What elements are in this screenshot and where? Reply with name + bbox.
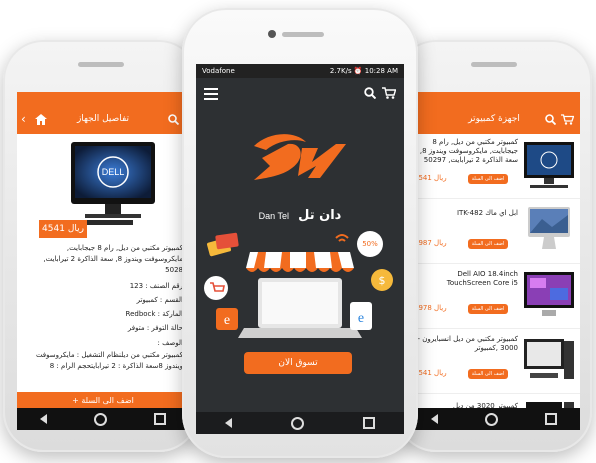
speaker xyxy=(471,62,517,67)
description-line: 5028 xyxy=(165,266,183,274)
nav-recent-icon[interactable] xyxy=(544,413,557,425)
svg-text:DELL: DELL xyxy=(102,167,125,177)
search-icon[interactable] xyxy=(168,114,179,125)
search-icon[interactable] xyxy=(364,87,376,99)
nav-back-icon[interactable] xyxy=(225,418,233,428)
svg-text:$: $ xyxy=(379,274,386,287)
add-to-cart-button[interactable]: + اضف الى السلة xyxy=(17,392,189,408)
list-item[interactable]: ابل اي ماك ITK-482 1987 ريال اضف الى الس… xyxy=(408,199,580,264)
left-phone: ‹ تفاصيل الجهاز DELL 4541 ريال كمبيوتر م… xyxy=(3,40,199,452)
item-number: رقم الصنف : 123 xyxy=(129,282,183,290)
nav-recent-icon[interactable] xyxy=(153,413,166,425)
description-title: الوصف : xyxy=(157,339,183,347)
description-line: ويندوز 8سعة الذاكرة : 2 تيرابايتحجم الرا… xyxy=(49,362,183,370)
add-to-cart-button[interactable]: اضف الى السلة xyxy=(468,239,508,249)
right-header: اجهزة كمبيوتر xyxy=(408,106,580,134)
description-line: مايكروسوفت ويندوز 8, سعة الذاكرة 2 تيراب… xyxy=(43,255,183,263)
left-screen: ‹ تفاصيل الجهاز DELL 4541 ريال كمبيوتر م… xyxy=(17,92,189,430)
brand-name-ar: دان تل xyxy=(298,208,342,223)
status-bar: Vodafone 2.7K/s ⏰ 10:28 AM xyxy=(196,64,404,78)
item-price: 1541 ريال xyxy=(414,369,447,377)
svg-text:e: e xyxy=(224,313,230,328)
nav-back-icon[interactable] xyxy=(431,414,439,424)
page-title: تفاصيل الجهاز xyxy=(76,114,130,124)
speaker xyxy=(78,62,124,67)
add-to-cart-button[interactable]: اضف الى السلة xyxy=(468,174,508,184)
status-bar xyxy=(17,92,189,106)
nav-home-icon[interactable] xyxy=(93,412,107,426)
item-price: 4541 ريال xyxy=(414,174,447,182)
item-brand: الماركة : Redbock xyxy=(125,310,183,318)
product-thumbnail xyxy=(528,207,570,249)
item-price: 1978 ريال xyxy=(414,304,447,312)
status-time: 2.7K/s ⏰ 10:28 AM xyxy=(329,67,398,75)
nav-back-icon[interactable] xyxy=(40,414,48,424)
search-icon[interactable] xyxy=(545,114,556,125)
speaker xyxy=(282,32,324,37)
product-thumbnail xyxy=(524,339,574,379)
item-category: القسم : كمبيوتر xyxy=(136,296,183,304)
cart-icon[interactable] xyxy=(382,87,396,99)
right-screen: اجهزة كمبيوتر كمبيوتر مكتبي من ديل, رام … xyxy=(408,92,580,430)
list-item[interactable]: كمبيوتر مكتبي من ديل, رام 8 جيجابايت, ما… xyxy=(408,134,580,199)
nav-home-icon[interactable] xyxy=(484,412,498,426)
add-to-cart-button[interactable]: اضف الى السلة xyxy=(468,369,508,379)
item-title: كمبيوتر مكتبي من ديل, رام 8 جيجابايت, ما… xyxy=(419,138,518,164)
item-price: 1987 ريال xyxy=(414,239,447,247)
description-line: كمبيوتر مكتبي من ديل, رام 8 جيجابايت, xyxy=(66,244,183,252)
cart-icon[interactable] xyxy=(561,114,574,125)
menu-icon[interactable] xyxy=(204,88,218,100)
status-bar xyxy=(408,92,580,106)
nav-home-icon[interactable] xyxy=(290,416,304,430)
item-title: كمبيوتر مكتبي من ديل انسبايرون - 3000 ,ك… xyxy=(417,335,518,352)
brand-logo xyxy=(254,134,346,180)
product-thumbnail xyxy=(524,142,574,188)
top-bar xyxy=(196,78,404,108)
center-screen: Vodafone 2.7K/s ⏰ 10:28 AM Dan Tel دان ت… xyxy=(196,64,404,434)
brand-name: Dan Tel دان تل xyxy=(196,204,404,223)
nav-bar xyxy=(408,408,580,430)
description-line: كمبيوتر مكتبي من ديلنظام التشغيل : مايكر… xyxy=(35,351,183,359)
product-thumbnail xyxy=(524,272,574,316)
right-phone: اجهزة كمبيوتر كمبيوتر مكتبي من ديل, رام … xyxy=(396,40,592,452)
brand-name-en: Dan Tel xyxy=(258,211,290,221)
nav-recent-icon[interactable] xyxy=(362,417,375,429)
discount-badge: 50% xyxy=(362,240,378,248)
nav-bar xyxy=(196,412,404,434)
item-availability: حالة التوفر : متوفر xyxy=(127,324,183,332)
item-title: ابل اي ماك ITK-482 xyxy=(456,209,518,217)
price-badge: 4541 ريال xyxy=(39,220,87,238)
center-phone: Vodafone 2.7K/s ⏰ 10:28 AM Dan Tel دان ت… xyxy=(182,8,418,458)
camera xyxy=(268,30,276,38)
svg-text:e: e xyxy=(358,311,364,326)
product-list: كمبيوتر مكتبي من ديل, رام 8 جيجابايت, ما… xyxy=(408,134,580,430)
add-to-cart-button[interactable]: اضف الى السلة xyxy=(468,304,508,314)
list-item[interactable]: Dell AIO 18.4inch TouchScreen Core i5 19… xyxy=(408,264,580,329)
nav-bar xyxy=(17,408,189,430)
left-header: ‹ تفاصيل الجهاز xyxy=(17,106,189,134)
shop-now-button[interactable]: تسوق الان xyxy=(244,352,352,374)
list-item[interactable]: كمبيوتر مكتبي من ديل انسبايرون - 3000 ,ك… xyxy=(408,329,580,394)
item-title: Dell AIO 18.4inch TouchScreen Core i5 xyxy=(446,270,518,287)
product-image: DELL 4541 ريال xyxy=(17,134,189,238)
carrier-label: Vodafone xyxy=(202,67,235,75)
